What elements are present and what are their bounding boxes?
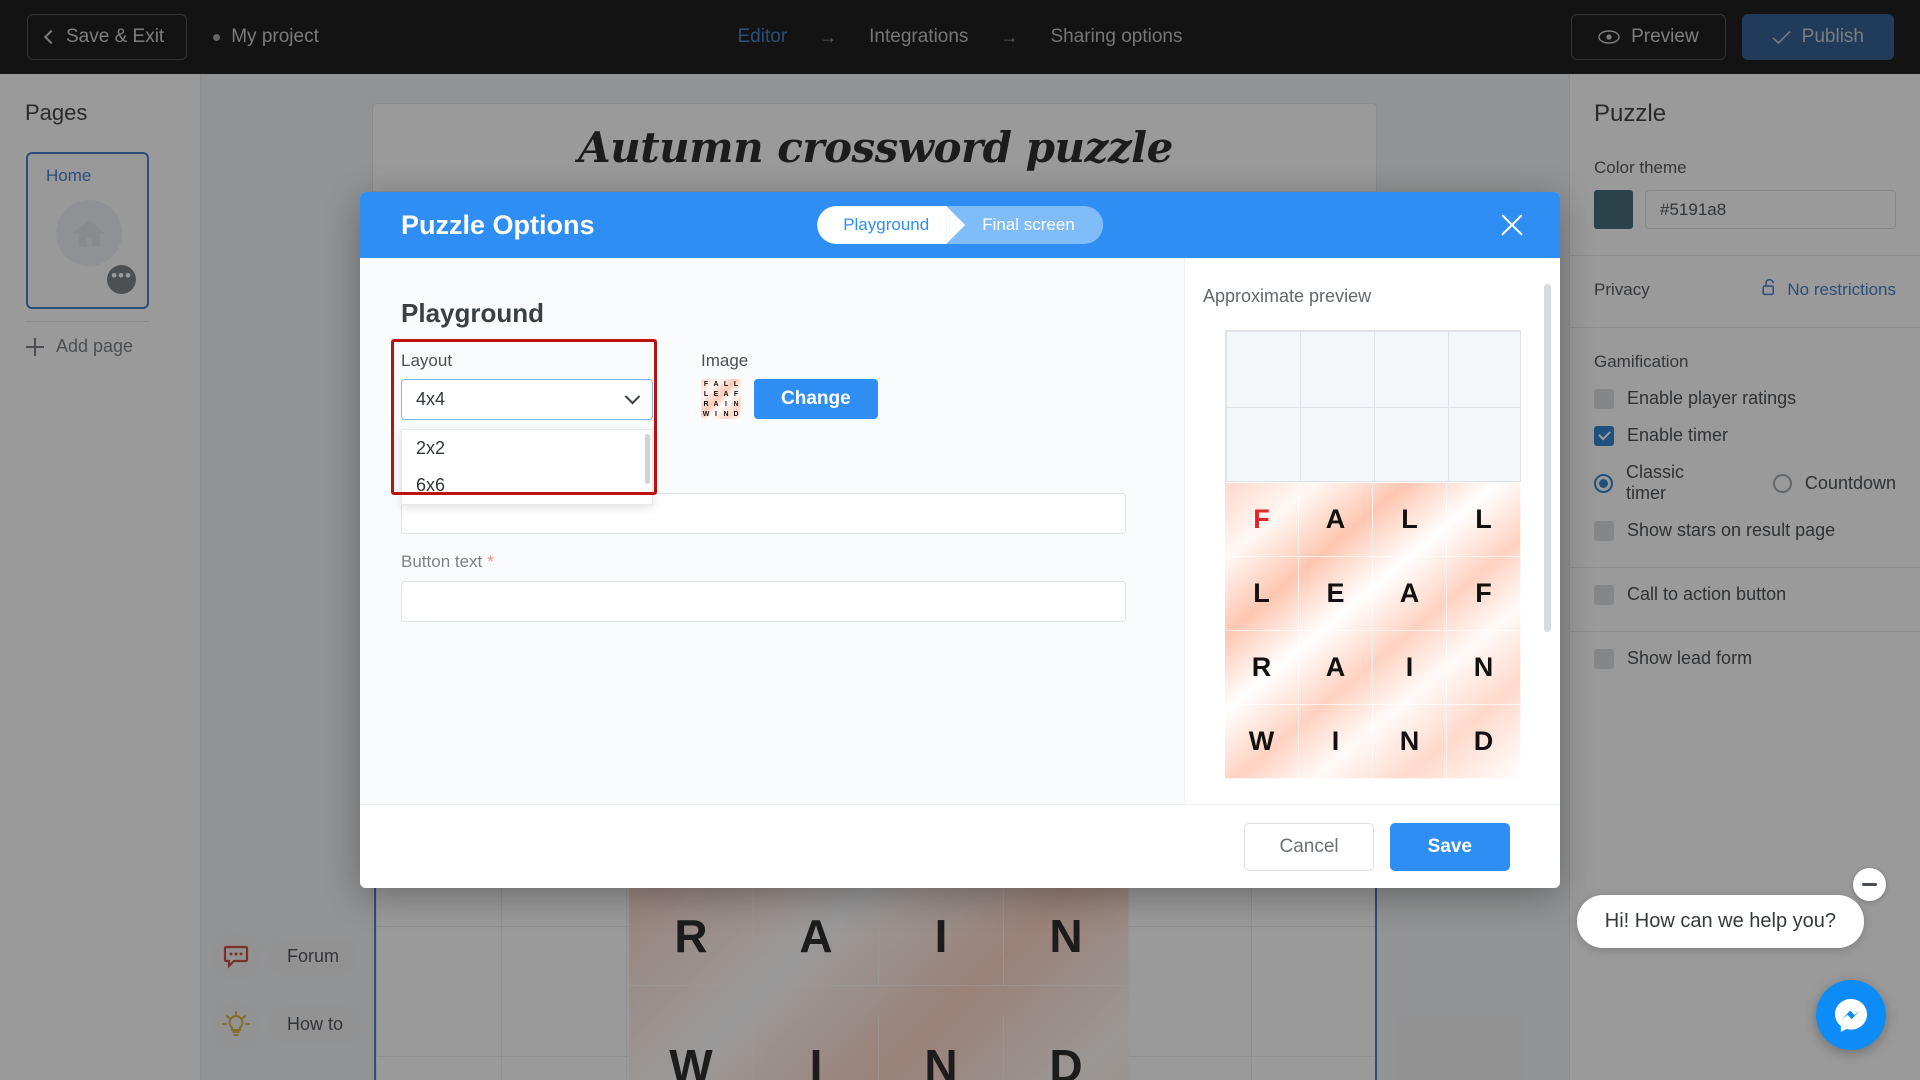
thumbnail-cell: W	[702, 410, 710, 418]
layout-label: Layout	[401, 351, 453, 370]
thumbnail-cell: A	[723, 390, 729, 398]
chevron-down-icon	[624, 388, 641, 405]
modal-title: Puzzle Options	[401, 209, 595, 240]
button-text-label: Button text *	[401, 552, 1144, 572]
image-thumbnail[interactable]: FALLLEAFRAINWIND	[701, 379, 741, 419]
image-label: Image	[701, 351, 749, 370]
puzzle-options-modal: Puzzle Options Playground Final screen P…	[360, 192, 1560, 888]
layout-field: Layout 4x4 2x2 6x6	[391, 339, 657, 505]
thumbnail-cell: L	[723, 380, 729, 388]
thumbnail-cell: L	[703, 390, 709, 398]
cancel-label: Cancel	[1279, 835, 1339, 857]
tab-playground[interactable]: Playground	[817, 206, 966, 244]
preview-cell: L	[1225, 557, 1299, 631]
thumbnail-cell: I	[725, 400, 727, 408]
thumbnail-cell: A	[713, 400, 719, 408]
chat-message[interactable]: Hi! How can we help you?	[1576, 895, 1864, 948]
thumbnail-cell: F	[703, 380, 709, 388]
thumbnail-cell: N	[723, 410, 729, 418]
modal-footer: Cancel Save	[360, 804, 1560, 888]
preview-cell: W	[1225, 705, 1299, 779]
preview-cell: N	[1373, 705, 1447, 779]
preview-cell: E	[1299, 557, 1373, 631]
thumbnail-cell: F	[733, 390, 739, 398]
preview-cell: L	[1373, 483, 1447, 557]
thumbnail-cell: A	[713, 380, 719, 388]
preview-cell: F	[1447, 557, 1521, 631]
image-controls: FALLLEAFRAINWIND Change	[701, 379, 878, 419]
preview-cell: A	[1373, 557, 1447, 631]
messenger-icon[interactable]	[1816, 980, 1886, 1050]
thumbnail-cell: D	[733, 410, 739, 418]
modal-preview-pane: Approximate preview FALLLEAFRAINWIND	[1184, 258, 1560, 804]
preview-empty-grid	[1225, 330, 1521, 482]
thumbnail-grid: FALLLEAFRAINWIND	[701, 379, 741, 419]
save-label: Save	[1427, 835, 1472, 857]
modal-body: Playground Layout 4x4 2x2 6x6 Image F A …	[360, 258, 1560, 804]
preview-puzzle-grid: FALLLEAFRAINWIND	[1225, 483, 1521, 779]
fields-row: Layout 4x4 2x2 6x6 Image F A L L L E A F…	[391, 339, 1144, 505]
change-image-label: Change	[781, 388, 851, 409]
modal-step-tabs: Playground Final screen	[817, 206, 1103, 244]
tab-final-screen[interactable]: Final screen	[946, 206, 1103, 244]
thumbnail-cell: E	[713, 390, 719, 398]
save-button[interactable]: Save	[1389, 822, 1510, 871]
preview-cell: A	[1299, 631, 1373, 705]
preview-cell: F	[1225, 483, 1299, 557]
close-icon[interactable]	[1498, 211, 1526, 239]
thumbnail-cell: N	[733, 400, 739, 408]
modal-header: Puzzle Options Playground Final screen	[360, 192, 1560, 258]
preview-cell: D	[1447, 705, 1521, 779]
thumbnail-cell: I	[715, 410, 717, 418]
button-text-label-text: Button text	[401, 552, 483, 571]
layout-option-6x6[interactable]: 6x6	[402, 467, 652, 504]
button-text-input[interactable]	[401, 581, 1126, 622]
button-text-field: Button text *	[401, 552, 1144, 622]
preview-label: Approximate preview	[1203, 286, 1372, 306]
thumbnail-cell: R	[703, 400, 709, 408]
preview-cell: L	[1447, 483, 1521, 557]
thumbnail-cell: L	[733, 380, 739, 388]
layout-select[interactable]: 4x4	[401, 379, 653, 420]
layout-option-2x2[interactable]: 2x2	[402, 430, 652, 467]
cancel-button[interactable]: Cancel	[1244, 822, 1374, 871]
section-heading: Playground	[401, 298, 545, 328]
layout-dropdown-list: 2x2 6x6	[401, 429, 653, 505]
required-asterisk: *	[487, 552, 494, 571]
change-image-button[interactable]: Change	[754, 379, 878, 419]
layout-select-value: 4x4	[416, 389, 446, 409]
preview-cell: R	[1225, 631, 1299, 705]
tab-playground-label: Playground	[843, 215, 930, 234]
app-root: Save & Exit My project Editor → Integrat…	[0, 0, 1920, 1080]
preview-scrollbar[interactable]	[1544, 284, 1551, 632]
image-field: Image FALLLEAFRAINWIND Change	[701, 351, 878, 420]
preview-cell: A	[1299, 483, 1373, 557]
dropdown-scrollbar[interactable]	[645, 434, 650, 484]
preview-cell: I	[1373, 631, 1447, 705]
modal-form-pane: Playground Layout 4x4 2x2 6x6 Image F A …	[360, 258, 1184, 804]
tab-final-screen-label: Final screen	[982, 215, 1075, 234]
minimize-icon[interactable]	[1853, 868, 1886, 901]
preview-cell: I	[1299, 705, 1373, 779]
preview-cell: N	[1447, 631, 1521, 705]
